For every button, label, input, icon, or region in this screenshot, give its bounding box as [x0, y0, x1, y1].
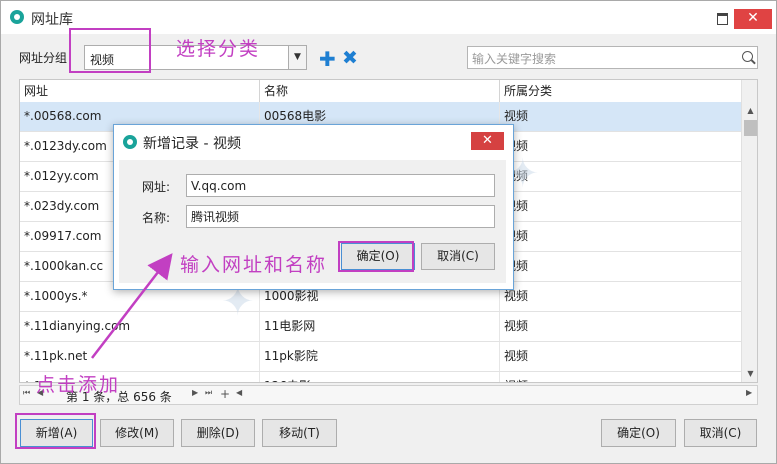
annotation-input-url-name: 输入网址和名称: [180, 254, 328, 276]
annotation-click-add: 点击添加: [36, 374, 121, 396]
annotation-select-category: 选择分类: [176, 38, 261, 60]
